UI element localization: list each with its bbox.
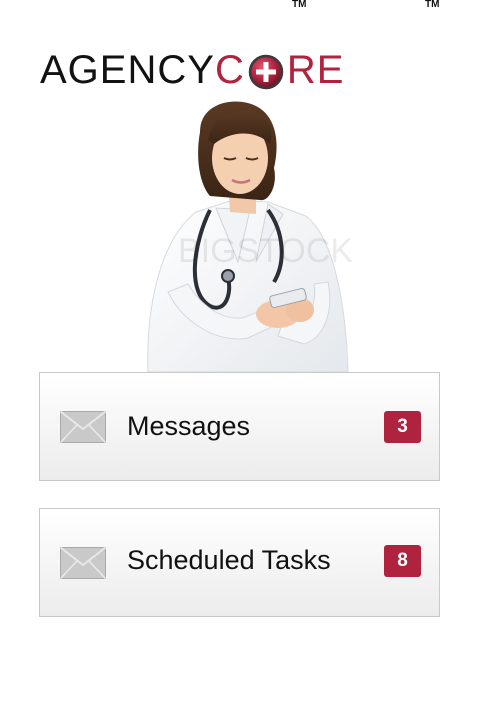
messages-label: Messages [127,411,251,441]
messages-count-badge: 3 [384,411,421,443]
trademark-mark: TM [292,0,307,10]
scheduled-tasks-button[interactable]: Scheduled Tasks 8 [39,508,440,617]
logo-letters-re: RE [286,48,345,92]
logo-letter-c: C [214,48,245,92]
scheduled-tasks-label: Scheduled Tasks [127,545,331,575]
scheduled-tasks-count-badge: 8 [384,545,421,577]
envelope-icon [60,411,106,443]
envelope-icon [60,547,106,579]
logo-text-core: C RE [215,50,344,90]
logo-text-agency: AGENCY [40,48,215,92]
logo-cross-o-icon [248,54,284,90]
messages-button[interactable]: Messages 3 [39,372,440,481]
trademark-mark: TM [425,0,440,10]
nurse-photo: BIGSTOCK [128,92,364,372]
watermark-text: BIGSTOCK [178,232,353,270]
agencycore-logo: AGENCY C RE [40,44,344,90]
